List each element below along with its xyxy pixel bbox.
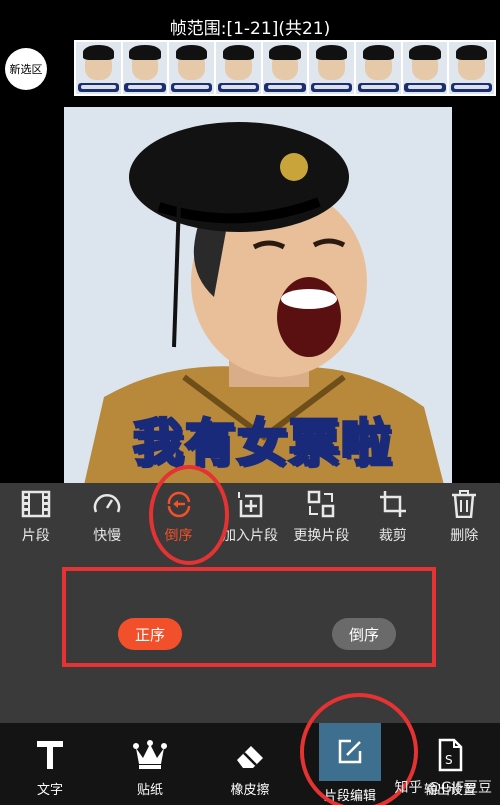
nav-label: 文字 — [36, 783, 63, 798]
tool-label: 删除 — [450, 528, 479, 544]
tool-label: 片段 — [21, 528, 50, 544]
crown-icon — [133, 735, 167, 775]
filmstrip[interactable] — [74, 40, 496, 96]
tool-label: 加入片段 — [221, 528, 278, 544]
trash-icon — [449, 489, 479, 519]
gif-preview: 我有女票啦 — [64, 107, 452, 485]
reverse-order-button[interactable]: 倒序 — [332, 618, 396, 650]
output-file-icon: S — [435, 735, 465, 775]
preview-caption: 我有女票啦 — [132, 413, 393, 474]
frame-thumbnail[interactable] — [309, 42, 355, 94]
frame-range-label: 帧范围:[1-21](共21) — [169, 19, 331, 39]
tool-speed[interactable]: 快慢 — [71, 483, 142, 555]
nav-text[interactable]: 文字 — [0, 723, 100, 805]
text-icon — [35, 735, 65, 775]
frame-thumbnail[interactable] — [169, 42, 215, 94]
frame-thumbnail[interactable] — [122, 42, 168, 94]
frame-thumbnail[interactable] — [449, 42, 495, 94]
nav-label: 贴纸 — [136, 783, 163, 798]
new-selection-button[interactable]: 新选区 — [5, 48, 47, 90]
tool-delete[interactable]: 删除 — [429, 483, 500, 555]
annotation-box-order — [62, 567, 436, 667]
clip-toolbar: 片段 快慢 倒序 加入片段 更换片段 裁剪 删除 — [0, 483, 500, 555]
frame-thumbnail[interactable] — [262, 42, 308, 94]
speedometer-icon — [92, 489, 122, 519]
tool-crop[interactable]: 裁剪 — [357, 483, 428, 555]
watermark: 知乎 @GIF豆豆 — [394, 780, 492, 796]
nav-eraser[interactable]: 橡皮擦 — [200, 723, 300, 805]
tool-label: 倒序 — [164, 528, 193, 544]
svg-text:S: S — [445, 753, 453, 767]
nav-label: 片段编辑 — [323, 789, 376, 804]
reverse-icon — [164, 489, 194, 519]
tool-reverse[interactable]: 倒序 — [143, 483, 214, 555]
tool-label: 更换片段 — [293, 528, 350, 544]
crop-icon — [378, 489, 408, 519]
tool-clip[interactable]: 片段 — [0, 483, 71, 555]
frame-thumbnail[interactable] — [76, 42, 121, 94]
add-clip-icon — [235, 489, 265, 519]
nav-sticker[interactable]: 贴纸 — [100, 723, 200, 805]
replace-clip-icon — [306, 489, 336, 519]
nav-label: 橡皮擦 — [230, 783, 270, 798]
film-icon — [21, 489, 51, 519]
eraser-icon — [233, 735, 267, 775]
edit-icon — [319, 723, 381, 781]
nav-clip-edit[interactable]: 片段编辑 — [300, 723, 400, 805]
frame-thumbnail[interactable] — [216, 42, 261, 94]
frame-thumbnail[interactable] — [402, 42, 448, 94]
tool-label: 快慢 — [93, 528, 122, 544]
frame-thumbnail[interactable] — [356, 42, 401, 94]
tool-add-clip[interactable]: 加入片段 — [214, 483, 285, 555]
tool-label: 裁剪 — [378, 528, 407, 544]
tool-replace-clip[interactable]: 更换片段 — [286, 483, 357, 555]
forward-order-button[interactable]: 正序 — [118, 618, 182, 650]
